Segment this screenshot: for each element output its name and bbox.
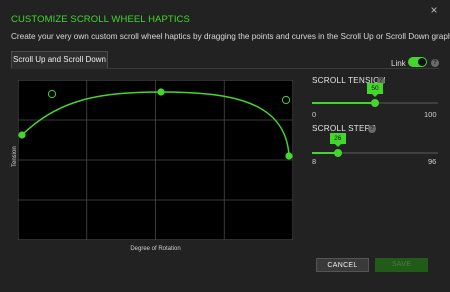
save-button[interactable]: SAVE [375, 258, 428, 272]
link-toggle[interactable] [408, 57, 427, 67]
link-label: Link [391, 59, 406, 68]
dialog-title: CUSTOMIZE SCROLL WHEEL HAPTICS [11, 14, 190, 25]
scroll-steps-max: 96 [428, 157, 437, 166]
scroll-steps-label: SCROLL STEPS [312, 124, 376, 133]
curve-point-start[interactable] [18, 131, 26, 139]
scroll-steps-help-icon[interactable]: ? [368, 125, 376, 133]
link-help-icon[interactable]: ? [431, 59, 439, 67]
scroll-tension-min: 0 [312, 110, 317, 119]
scroll-tension-value-badge: 50 [367, 83, 383, 97]
scroll-tension-fill [312, 102, 375, 104]
scroll-tension-thumb[interactable] [371, 99, 379, 107]
dialog-description: Create your very own custom scroll wheel… [11, 32, 450, 41]
tab-scroll-up-and-down[interactable]: Scroll Up and Scroll Down [11, 51, 108, 69]
scroll-tension-max: 100 [424, 110, 437, 119]
scroll-steps-value-badge: 26 [329, 133, 346, 147]
toggle-knob [418, 58, 426, 66]
haptics-graph[interactable] [18, 80, 293, 240]
scroll-steps-min: 8 [312, 157, 317, 166]
close-icon[interactable]: × [428, 4, 440, 16]
scroll-tension-slider[interactable]: 50 [312, 83, 438, 107]
scroll-steps-slider[interactable]: 26 [312, 133, 438, 157]
curve-point-end[interactable] [285, 152, 293, 160]
scroll-steps-thumb[interactable] [333, 149, 342, 157]
curve-point-peak[interactable] [157, 88, 165, 96]
cancel-button[interactable]: CANCEL [316, 258, 369, 272]
graph-x-axis-label: Degree of Rotation [130, 246, 181, 252]
